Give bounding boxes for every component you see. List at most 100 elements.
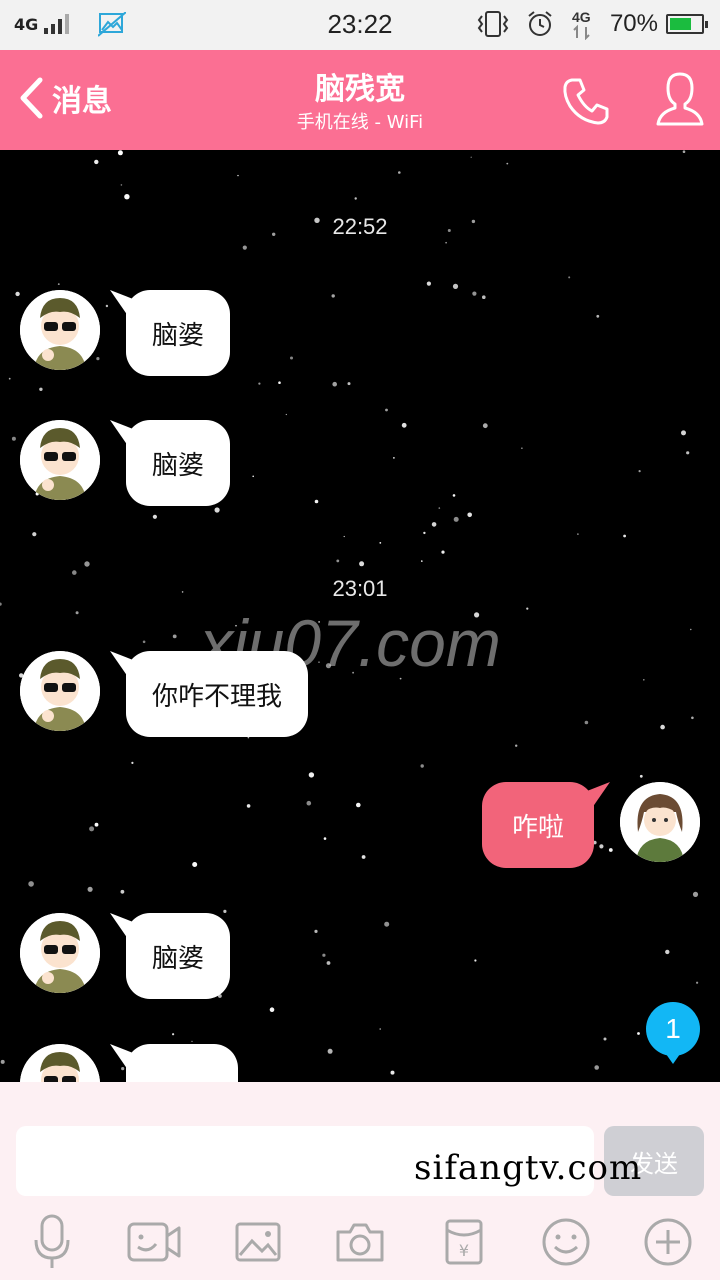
svg-text:4G: 4G [572, 9, 591, 25]
star [623, 534, 626, 538]
battery-icon [666, 14, 708, 34]
profile-icon[interactable] [654, 70, 706, 130]
video-button[interactable] [126, 1214, 182, 1270]
star [453, 516, 459, 522]
star [692, 891, 699, 898]
chat-header: 消息 脑残宽 手机在线 - WiFi [0, 50, 720, 150]
star [94, 159, 99, 165]
mic-icon [34, 1214, 70, 1268]
star [124, 194, 130, 200]
watermark: sifangtv.com [414, 1148, 643, 1188]
star [331, 294, 335, 298]
incoming-message-bubble[interactable]: 脑婆 [126, 913, 231, 999]
star [8, 377, 11, 380]
star [577, 533, 579, 535]
star [506, 162, 509, 165]
red-packet-icon: ¥ [445, 1219, 483, 1265]
camera-button[interactable] [332, 1214, 388, 1270]
star [438, 507, 441, 509]
star [596, 314, 600, 318]
star [608, 848, 613, 852]
star [327, 1048, 333, 1054]
star [84, 561, 90, 567]
star [638, 470, 641, 473]
star [0, 1059, 5, 1064]
star [423, 531, 426, 535]
incoming-message-bubble[interactable]: 脑婆 [126, 420, 231, 506]
star [142, 640, 146, 644]
star [354, 197, 357, 200]
phone-icon[interactable] [558, 74, 612, 128]
star [420, 764, 424, 768]
contact-avatar[interactable] [20, 913, 100, 993]
star [472, 291, 477, 296]
star [247, 736, 250, 739]
status-right: 4G 70% [476, 8, 708, 40]
star [278, 381, 281, 384]
contact-avatar[interactable] [20, 290, 100, 370]
star [521, 447, 523, 449]
star [314, 499, 319, 504]
contact-avatar[interactable] [20, 420, 100, 500]
emoji-button[interactable] [538, 1214, 594, 1270]
star [314, 929, 318, 934]
star [94, 822, 99, 827]
star [482, 295, 486, 299]
star [290, 356, 293, 360]
girl-avatar-icon [620, 782, 700, 862]
star [639, 774, 643, 778]
star [452, 494, 456, 497]
chat-area[interactable]: 22:52 脑婆 脑婆 23:01 xiu07.com 你咋不理我 咋啦 脑婆 … [0, 150, 720, 1082]
input-panel: 发送 sifangtv.com ¥ [0, 1082, 720, 1280]
star [32, 532, 37, 537]
star [121, 1067, 125, 1071]
star [568, 276, 571, 279]
star [0, 602, 2, 606]
boy-avatar-icon [20, 651, 100, 731]
timestamp: 22:52 [332, 214, 388, 239]
star [470, 156, 472, 158]
gallery-button[interactable] [230, 1214, 286, 1270]
boy-avatar-icon [20, 290, 100, 370]
star [393, 457, 395, 459]
incoming-message-bubble[interactable] [126, 1044, 238, 1082]
boy-avatar-icon [20, 420, 100, 500]
contact-avatar[interactable] [20, 651, 100, 731]
star [681, 430, 686, 436]
star [96, 357, 100, 361]
star [322, 953, 326, 957]
star [691, 716, 694, 720]
star [421, 560, 423, 562]
star [379, 542, 382, 544]
star [89, 826, 95, 832]
star [445, 241, 447, 244]
red-packet-button[interactable]: ¥ [436, 1214, 492, 1270]
star [356, 802, 361, 808]
incoming-message-bubble[interactable]: 你咋不理我 [126, 651, 309, 737]
plus-icon [644, 1218, 692, 1266]
emoji-icon [542, 1218, 590, 1266]
star [75, 611, 79, 615]
star [474, 959, 477, 962]
star [482, 423, 488, 429]
star [336, 559, 340, 563]
star [665, 949, 670, 955]
star [285, 413, 287, 416]
unread-badge[interactable]: 1 [646, 1002, 700, 1064]
online-status: 手机在线 - WiFi [296, 112, 424, 133]
contact-name: 脑残宽 [315, 72, 405, 107]
star [452, 283, 459, 289]
star [401, 422, 407, 428]
camera-icon [336, 1223, 384, 1262]
input-toolbar: ¥ [0, 1214, 720, 1274]
boy-avatar-icon [20, 913, 100, 993]
more-button[interactable] [640, 1214, 696, 1270]
star [323, 837, 327, 840]
my-avatar[interactable] [620, 782, 700, 862]
timestamp: 23:01 [332, 576, 388, 601]
vibrate-icon [477, 11, 509, 37]
star [390, 1070, 395, 1075]
voice-button[interactable] [24, 1214, 80, 1270]
incoming-message-bubble[interactable]: 脑婆 [126, 290, 231, 376]
outgoing-message-bubble[interactable]: 咋啦 [482, 782, 594, 868]
